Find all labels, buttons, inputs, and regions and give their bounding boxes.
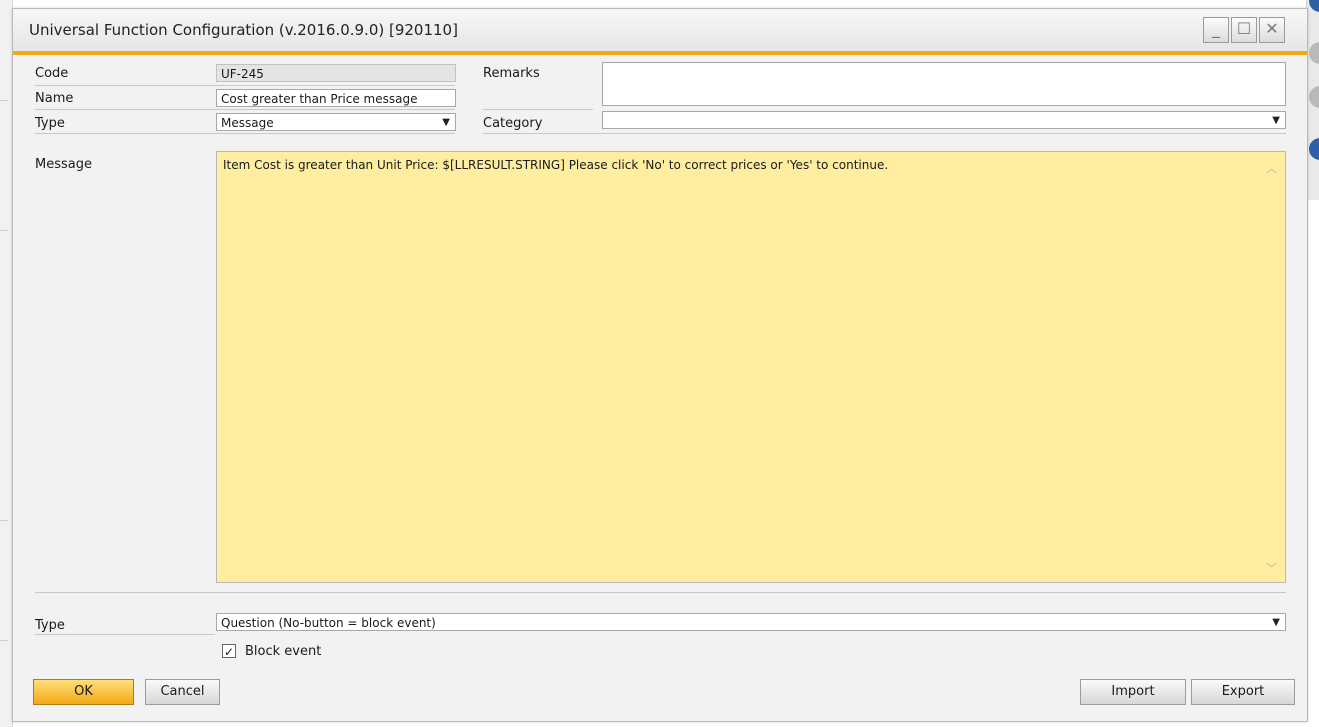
close-button[interactable]: ✕	[1259, 17, 1285, 43]
checkmark-icon: ✓	[223, 645, 235, 659]
message-label: Message	[35, 157, 92, 172]
scroll-down-icon[interactable]: ﹀	[1266, 560, 1277, 576]
background-gridline	[0, 100, 8, 101]
divider	[35, 133, 455, 134]
minimize-button[interactable]: _	[1203, 17, 1229, 43]
category-select[interactable]: ▼	[602, 111, 1286, 129]
divider	[35, 634, 215, 635]
block-event-checkbox[interactable]: ✓	[222, 644, 236, 659]
type-select[interactable]: Message ▼	[216, 113, 456, 131]
dropdown-arrow-icon: ▼	[1272, 115, 1280, 126]
close-icon: ✕	[1265, 19, 1279, 38]
remarks-textarea[interactable]	[602, 62, 1286, 106]
block-event-label: Block event	[245, 644, 322, 659]
title-bar[interactable]: Universal Function Configuration (v.2016…	[13, 9, 1307, 55]
message-type-select[interactable]: Question (No-button = block event) ▼	[216, 613, 1286, 631]
export-button[interactable]: Export	[1191, 679, 1295, 705]
remarks-label: Remarks	[483, 66, 540, 81]
message-type-label: Type	[35, 618, 65, 633]
window-title: Universal Function Configuration (v.2016…	[29, 21, 458, 39]
dropdown-arrow-icon: ▼	[1272, 617, 1280, 628]
message-textarea[interactable]: Item Cost is greater than Unit Price: $[…	[216, 151, 1286, 583]
code-field: UF-245	[216, 64, 456, 82]
section-divider	[35, 592, 1286, 593]
code-label: Code	[35, 66, 69, 81]
divider	[483, 109, 593, 110]
name-field[interactable]: Cost greater than Price message	[216, 89, 456, 107]
import-button[interactable]: Import	[1080, 679, 1186, 705]
divider	[483, 133, 1286, 134]
maximize-icon: ☐	[1236, 19, 1252, 38]
background-gridline	[0, 230, 8, 231]
cancel-button[interactable]: Cancel	[145, 679, 220, 705]
type-label: Type	[35, 116, 65, 131]
message-type-select-value: Question (No-button = block event)	[221, 616, 436, 630]
maximize-button[interactable]: ☐	[1231, 17, 1257, 43]
divider	[35, 85, 455, 86]
background-gridline	[0, 640, 8, 641]
minimize-icon: _	[1212, 19, 1220, 38]
scroll-up-icon[interactable]: ︿	[1266, 160, 1277, 176]
type-select-value: Message	[221, 116, 274, 130]
category-label: Category	[483, 116, 543, 131]
dropdown-arrow-icon: ▼	[442, 117, 450, 128]
ok-button[interactable]: OK	[33, 679, 134, 705]
config-dialog: Universal Function Configuration (v.2016…	[12, 8, 1308, 722]
divider	[35, 109, 455, 110]
background-gridline	[0, 520, 8, 521]
name-label: Name	[35, 91, 74, 106]
message-text: Item Cost is greater than Unit Price: $[…	[223, 158, 889, 172]
